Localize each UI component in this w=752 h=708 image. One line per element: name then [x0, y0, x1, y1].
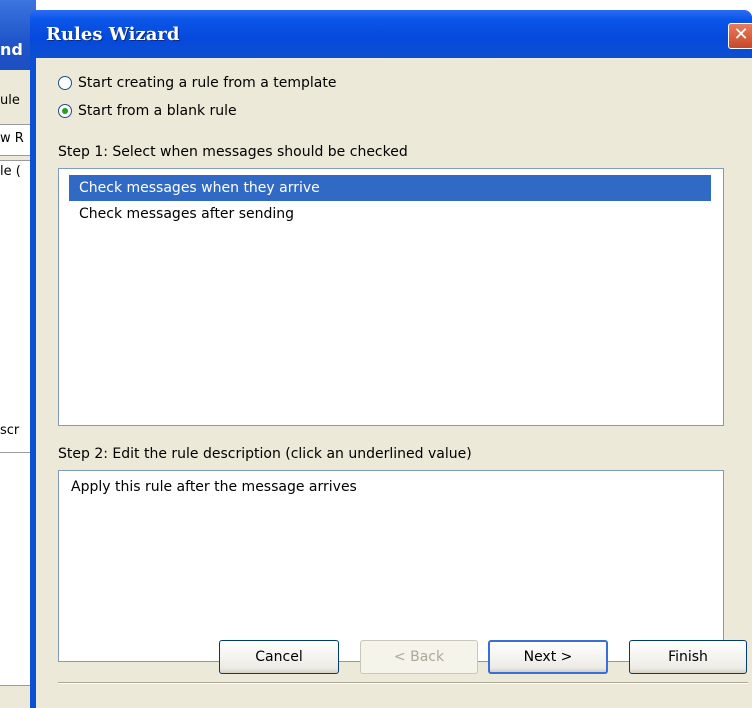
- button-separator: [58, 682, 748, 684]
- radio-blank-label: Start from a blank rule: [78, 103, 237, 119]
- dialog-client-area: Start creating a rule from a template St…: [36, 58, 752, 708]
- step1-listbox[interactable]: Check messages when they arrive Check me…: [58, 168, 724, 426]
- step2-description-box[interactable]: Apply this rule after the message arrive…: [58, 470, 724, 662]
- dialog-titlebar[interactable]: Rules Wizard ✕: [30, 10, 752, 58]
- radio-blank-option[interactable]: Start from a blank rule: [58, 100, 237, 122]
- cancel-button[interactable]: Cancel: [219, 640, 339, 674]
- step2-label: Step 2: Edit the rule description (click…: [58, 446, 472, 462]
- step1-label: Step 1: Select when messages should be c…: [58, 144, 408, 160]
- dialog-title: Rules Wizard: [46, 24, 180, 45]
- radio-template-label: Start creating a rule from a template: [78, 75, 337, 91]
- radio-button-template[interactable]: [58, 76, 72, 90]
- back-button[interactable]: < Back: [360, 640, 478, 674]
- radio-button-blank[interactable]: [58, 104, 72, 118]
- list-item[interactable]: Check messages when they arrive: [69, 175, 711, 201]
- close-icon[interactable]: ✕: [728, 23, 752, 49]
- rules-wizard-dialog: Rules Wizard ✕ Start creating a rule fro…: [30, 10, 752, 708]
- list-item[interactable]: Check messages after sending: [69, 201, 711, 227]
- next-button[interactable]: Next >: [488, 640, 608, 674]
- finish-button[interactable]: Finish: [629, 640, 747, 674]
- rule-description-text: Apply this rule after the message arrive…: [71, 479, 357, 495]
- radio-template-option[interactable]: Start creating a rule from a template: [58, 72, 336, 94]
